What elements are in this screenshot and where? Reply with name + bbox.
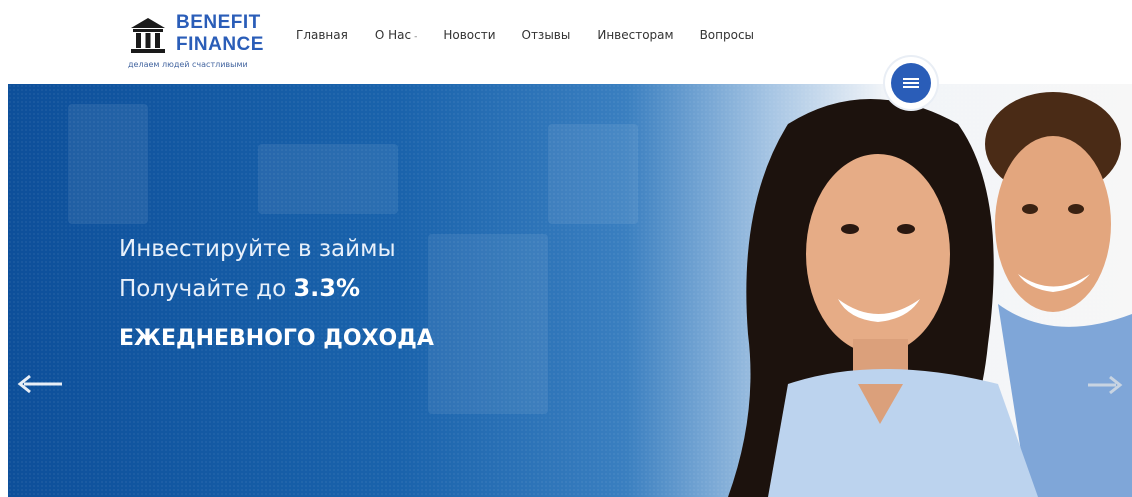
hero-headline-prefix: Получайте до: [119, 276, 294, 302]
main-nav: Главная О Нас - Новости Отзывы Инвесторам…: [296, 28, 776, 42]
chevron-down-icon: -: [414, 32, 418, 42]
hero-slider: Инвестируйте в займы Получайте до 3.3% Е…: [8, 84, 1132, 497]
arrow-right-icon[interactable]: [1086, 372, 1126, 398]
brand-name-line1: BENEFIT: [176, 12, 261, 33]
smiling-couple-image: [728, 92, 1132, 497]
background-blur-shape: [428, 234, 548, 414]
nav-item-about-label: О Нас: [374, 28, 412, 42]
nav-item-about[interactable]: О Нас -: [375, 28, 417, 42]
bank-building-icon: [131, 18, 165, 53]
hamburger-icon: [903, 78, 919, 88]
brand-name-line2: FINANCE: [176, 34, 264, 55]
hero-rate-value: 3.3%: [293, 274, 361, 302]
nav-item-reviews[interactable]: Отзывы: [522, 28, 571, 42]
brand-tagline: делаем людей счастливыми: [128, 60, 248, 69]
background-blur-shape: [258, 144, 398, 214]
nav-item-home[interactable]: Главная: [296, 28, 348, 42]
background-blur-shape: [68, 104, 148, 224]
background-blur-shape: [548, 124, 638, 224]
menu-toggle-button[interactable]: [885, 57, 937, 109]
hero-headline-line3: ЕЖЕДНЕВНОГО ДОХОДА: [119, 326, 434, 351]
nav-item-faq[interactable]: Вопросы: [700, 28, 754, 42]
menu-toggle-icon: [891, 63, 931, 103]
nav-item-investors[interactable]: Инвесторам: [597, 28, 673, 42]
arrow-left-icon[interactable]: [14, 371, 64, 397]
hero-headline-line1: Инвестируйте в займы: [119, 236, 396, 262]
logo[interactable]: BENEFIT FINANCE делаем людей счастливыми: [128, 8, 268, 74]
nav-item-news[interactable]: Новости: [443, 28, 495, 42]
site-header: BENEFIT FINANCE делаем людей счастливыми…: [0, 0, 1132, 84]
hero-headline-line2: Получайте до 3.3%: [119, 274, 360, 302]
